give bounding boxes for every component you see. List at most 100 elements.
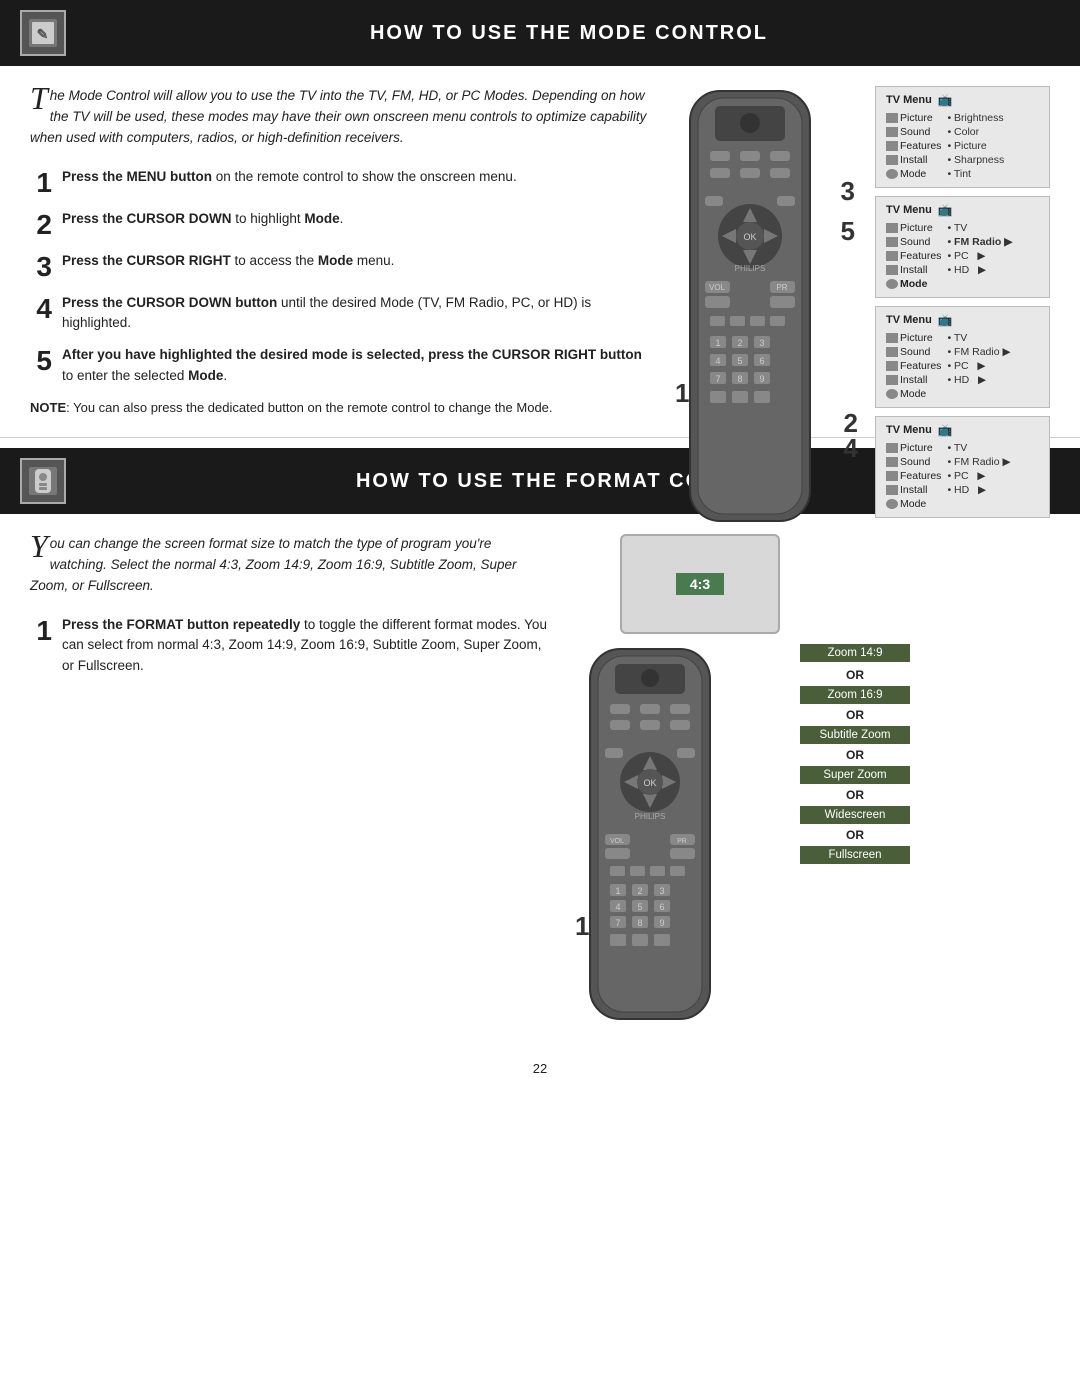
mode-intro-text: he Mode Control will allow you to use th…: [30, 88, 646, 145]
format-section-body: Y ou can change the screen format size t…: [0, 514, 1080, 1047]
mode-step-1: 1 Press the MENU button on the remote co…: [30, 167, 650, 197]
zoom-option-169: Zoom 16:9: [800, 686, 910, 704]
zoom-options-col: Zoom 14:9 OR Zoom 16:9 OR Subtitle Zoom …: [800, 534, 910, 1027]
tv-menu-4-title: TV Menu 📺: [886, 423, 1039, 437]
tv-menu-label-install-1: Install: [886, 153, 941, 167]
mode-intro: T he Mode Control will allow you to use …: [30, 86, 650, 149]
svg-text:2: 2: [737, 338, 742, 348]
mode-step-2: 2 Press the CURSOR DOWN to highlight Mod…: [30, 209, 650, 239]
format-intro-text: ou can change the screen format size to …: [30, 536, 517, 593]
step-overlay-5: 5: [841, 216, 855, 247]
svg-text:PR: PR: [677, 838, 687, 845]
tv-menu-4-labels: Picture Sound Features: [886, 441, 941, 511]
tv-menu-3: TV Menu 📺 Picture Sound: [875, 306, 1050, 408]
tv-menu-label-features-1: Features: [886, 139, 941, 153]
tv-menu-3-title: TV Menu 📺: [886, 313, 1039, 327]
svg-text:VOL: VOL: [610, 838, 624, 845]
tv-icon-2: 📺: [938, 203, 953, 217]
tv-menu-4-items: • TV • FM Radio ▶ • PC ▶ • HD ▶: [947, 441, 1010, 511]
tv-menu-label-mode-1: Mode: [886, 167, 941, 181]
picture-icon-1: [886, 113, 898, 123]
svg-text:8: 8: [737, 374, 742, 384]
features-icon-3: [886, 361, 898, 371]
tv-menu-1-labels: Picture Sound Features: [886, 111, 941, 181]
svg-text:OK: OK: [743, 232, 756, 242]
mode-steps: 1 Press the MENU button on the remote co…: [30, 167, 650, 386]
tv-menu-2-title: TV Menu 📺: [886, 203, 1039, 217]
tv-menu-1-title: TV Menu 📺: [886, 93, 1039, 107]
format-step-number-1: 1: [30, 617, 52, 645]
tv-menu-1: TV Menu 📺 Picture Sound: [875, 86, 1050, 188]
install-icon-1: [886, 155, 898, 165]
format-step-text-1: Press the FORMAT button repeatedly to to…: [62, 615, 550, 676]
format-intro: Y ou can change the screen format size t…: [30, 534, 550, 597]
svg-text:9: 9: [659, 918, 664, 928]
svg-text:PHILIPS: PHILIPS: [635, 812, 666, 821]
step-text-2: Press the CURSOR DOWN to highlight Mode.: [62, 209, 650, 229]
mode-icon-2: [886, 279, 898, 289]
format-left-col: Y ou can change the screen format size t…: [30, 534, 550, 1027]
features-icon-2: [886, 251, 898, 261]
format-right-col: 4:3 1: [570, 534, 1050, 1027]
format-header-icon: [20, 458, 66, 504]
picture-icon-3: [886, 333, 898, 343]
svg-text:4: 4: [715, 356, 720, 366]
svg-text:2: 2: [637, 886, 642, 896]
install-icon-3: [886, 375, 898, 385]
tv-menus-stack: TV Menu 📺 Picture Sound: [875, 86, 1050, 518]
step-text-3: Press the CURSOR RIGHT to access the Mod…: [62, 251, 650, 271]
install-icon-4: [886, 485, 898, 495]
svg-text:9: 9: [759, 374, 764, 384]
svg-text:5: 5: [737, 356, 742, 366]
remote-svg: OK VOL PR: [670, 86, 830, 526]
or-label-2: OR: [846, 706, 864, 724]
tv-icon-1: 📺: [938, 93, 953, 107]
step-number-1: 1: [30, 169, 52, 197]
svg-text:4: 4: [615, 902, 620, 912]
format-screen-label-43: 4:3: [676, 573, 724, 595]
format-remote-svg-wrap: OK PHILIPS VOL PR: [570, 644, 790, 1027]
tv-icon-4: 📺: [938, 423, 953, 437]
mode-icon-1: [886, 169, 898, 179]
svg-text:PHILIPS: PHILIPS: [735, 264, 766, 273]
step-number-3: 3: [30, 253, 52, 281]
step-text-4: Press the CURSOR DOWN button until the d…: [62, 293, 650, 334]
pencil-icon: ✎: [27, 17, 59, 49]
step-text-5: After you have highlighted the desired m…: [62, 345, 650, 386]
format-drop-cap: Y: [30, 530, 48, 562]
format-screen-43: 4:3: [620, 534, 780, 634]
step-overlay-4: 4: [844, 433, 858, 464]
mode-icon-4: [886, 499, 898, 509]
zoom-option-1419: Zoom 14:9: [800, 644, 910, 662]
sound-icon-2: [886, 237, 898, 247]
svg-text:7: 7: [715, 374, 720, 384]
tv-menu-4-content: Picture Sound Features: [886, 441, 1039, 511]
mode-note: NOTE: You can also press the dedicated b…: [30, 398, 650, 418]
mode-section-body: T he Mode Control will allow you to use …: [0, 66, 1080, 437]
svg-text:3: 3: [759, 338, 764, 348]
svg-text:5: 5: [637, 902, 642, 912]
svg-text:6: 6: [759, 356, 764, 366]
mode-step-5: 5 After you have highlighted the desired…: [30, 345, 650, 386]
mode-right-col: TV Menu 📺 Picture Sound: [670, 86, 1050, 417]
tv-menu-2: TV Menu 📺 Picture Sound: [875, 196, 1050, 298]
svg-text:PR: PR: [776, 283, 787, 292]
mode-step-4: 4 Press the CURSOR DOWN button until the…: [30, 293, 650, 334]
features-icon-1: [886, 141, 898, 151]
format-remote-area: 4:3 1: [570, 534, 790, 1027]
or-label-1: OR: [846, 666, 864, 684]
zoom-option-super: Super Zoom: [800, 766, 910, 784]
tv-menu-3-labels: Picture Sound Features: [886, 331, 941, 401]
tv-menu-2-labels: Picture Sound Features: [886, 221, 941, 291]
format-step-1: 1 Press the FORMAT button repeatedly to …: [30, 615, 550, 676]
mode-section: ✎ HOW TO USE THE MODE CONTROL T he Mode …: [0, 0, 1080, 437]
tv-menu-1-items: • Brightness • Color • Picture • Sharpne…: [947, 111, 1004, 181]
sound-icon-4: [886, 457, 898, 467]
mode-left-col: T he Mode Control will allow you to use …: [30, 86, 670, 417]
tv-menu-label-sound-1: Sound: [886, 125, 941, 139]
tv-menu-3-items: • TV • FM Radio ▶ • PC ▶ • HD ▶: [947, 331, 1010, 401]
step-number-4: 4: [30, 295, 52, 323]
tv-menu-4: TV Menu 📺 Picture Sound: [875, 416, 1050, 518]
features-icon-4: [886, 471, 898, 481]
or-label-3: OR: [846, 746, 864, 764]
